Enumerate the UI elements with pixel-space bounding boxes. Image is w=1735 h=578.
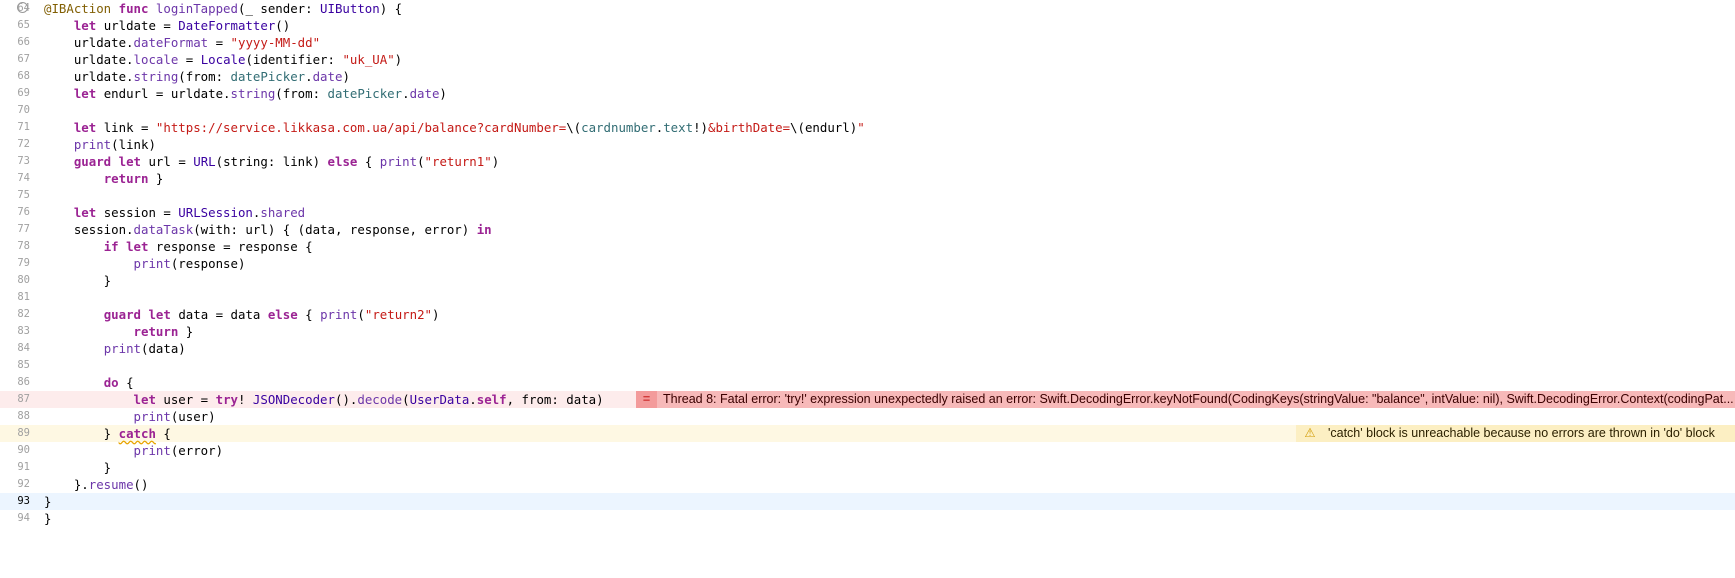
code-text: } [44, 511, 52, 526]
code-line-75[interactable]: 75 [0, 187, 1735, 204]
line-number: 74 [17, 172, 30, 184]
code-line-78[interactable]: 78 if let response = response { [0, 238, 1735, 255]
code-line-80[interactable]: 80 } [0, 272, 1735, 289]
code-text: }.resume() [44, 477, 149, 492]
code-line-71[interactable]: 71 let link = "https://service.likkasa.c… [0, 119, 1735, 136]
code-line-65[interactable]: 65 let urldate = DateFormatter() [0, 17, 1735, 34]
line-number: 94 [17, 512, 30, 524]
code-line-76[interactable]: 76 let session = URLSession.shared [0, 204, 1735, 221]
line-number: 88 [17, 410, 30, 422]
code-line-91[interactable]: 91 } [0, 459, 1735, 476]
code-text: } [44, 273, 112, 288]
line-number: 64 [17, 2, 30, 14]
line-number: 67 [17, 53, 30, 65]
code-line-82[interactable]: 82 guard let data = data else { print("r… [0, 306, 1735, 323]
line-number: 80 [17, 274, 30, 286]
line-number: 93 [17, 495, 30, 507]
code-text: @IBAction func loginTapped(_ sender: UIB… [44, 1, 403, 16]
code-text: if let response = response { [103, 239, 313, 254]
code-text: session.dataTask(with: url) { (data, res… [44, 222, 492, 237]
code-line-84[interactable]: 84 print(data) [0, 340, 1735, 357]
code-text: return } [103, 171, 164, 186]
code-line-85[interactable]: 85 [0, 357, 1735, 374]
line-number: 77 [17, 223, 30, 235]
code-text: let user = try! JSONDecoder().decode(Use… [133, 392, 604, 407]
code-line-66[interactable]: 66 urldate.dateFormat = "yyyy-MM-dd" [0, 34, 1735, 51]
line-number: 85 [17, 359, 30, 371]
code-text: urldate.dateFormat = "yyyy-MM-dd" [44, 35, 321, 50]
code-text: return } [133, 324, 194, 339]
line-number: 76 [17, 206, 30, 218]
code-text: let link = "https://service.likkasa.com.… [73, 120, 865, 135]
line-number: 66 [17, 36, 30, 48]
code-line-73[interactable]: 73 guard let url = URL(string: link) els… [0, 153, 1735, 170]
code-line-92[interactable]: 92 }.resume() [0, 476, 1735, 493]
code-line-67[interactable]: 67 urldate.locale = Locale(identifier: "… [0, 51, 1735, 68]
line-number: 70 [17, 104, 30, 116]
line-number: 87 [17, 393, 30, 405]
code-text: } catch { [44, 426, 171, 441]
line-number: 92 [17, 478, 30, 490]
code-text: guard let url = URL(string: link) else {… [73, 154, 500, 169]
error-message: Thread 8: Fatal error: 'try!' expression… [663, 392, 1734, 406]
code-line-89[interactable]: 89 } catch { ⚠ 'catch' block is unreachab… [0, 425, 1735, 442]
line-number: 86 [17, 376, 30, 388]
line-number: 83 [17, 325, 30, 337]
line-number: 81 [17, 291, 30, 303]
line-number: 84 [17, 342, 30, 354]
error-icon: = [636, 391, 657, 408]
code-line-64[interactable]: 64 @IBAction func loginTapped(_ sender: … [0, 0, 1735, 17]
line-number: 71 [17, 121, 30, 133]
code-text: print(error) [133, 443, 224, 458]
code-line-68[interactable]: 68 urldate.string(from: datePicker.date) [0, 68, 1735, 85]
line-number: 78 [17, 240, 30, 252]
code-text: let session = URLSession.shared [73, 205, 306, 220]
code-line-69[interactable]: 69 let endurl = urldate.string(from: dat… [0, 85, 1735, 102]
code-text: let urldate = DateFormatter() [73, 18, 291, 33]
code-line-88[interactable]: 88 print(user) [0, 408, 1735, 425]
code-line-81[interactable]: 81 [0, 289, 1735, 306]
warning-message: 'catch' block is unreachable because no … [1328, 426, 1715, 440]
code-text: print(user) [133, 409, 216, 424]
line-number: 75 [17, 189, 30, 201]
code-text: } [44, 494, 52, 509]
source-editor[interactable]: 64 @IBAction func loginTapped(_ sender: … [0, 0, 1735, 568]
code-line-83[interactable]: 83 return } [0, 323, 1735, 340]
code-text: do { [103, 375, 134, 390]
line-number: 69 [17, 87, 30, 99]
code-line-94[interactable]: 94 } [0, 510, 1735, 527]
line-number: 72 [17, 138, 30, 150]
code-text: urldate.string(from: datePicker.date) [44, 69, 350, 84]
line-number: 73 [17, 155, 30, 167]
code-text: urldate.locale = Locale(identifier: "uk_… [44, 52, 403, 67]
error-annotation[interactable]: = Thread 8: Fatal error: 'try!' expressio… [636, 391, 1735, 408]
code-line-79[interactable]: 79 print(response) [0, 255, 1735, 272]
code-line-74[interactable]: 74 return } [0, 170, 1735, 187]
line-number: 68 [17, 70, 30, 82]
line-number: 65 [17, 19, 30, 31]
line-number: 90 [17, 444, 30, 456]
line-number: 89 [17, 427, 30, 439]
code-text: guard let data = data else { print("retu… [103, 307, 440, 322]
line-number: 82 [17, 308, 30, 320]
code-line-77[interactable]: 77 session.dataTask(with: url) { (data, … [0, 221, 1735, 238]
code-line-70[interactable]: 70 [0, 102, 1735, 119]
warning-icon: ⚠ [1304, 426, 1316, 440]
code-text: print(data) [103, 341, 186, 356]
code-line-93[interactable]: 93 } [0, 493, 1735, 510]
code-text: print(link) [73, 137, 156, 152]
line-number: 79 [17, 257, 30, 269]
code-line-86[interactable]: 86 do { [0, 374, 1735, 391]
code-line-72[interactable]: 72 print(link) [0, 136, 1735, 153]
code-text: let endurl = urldate.string(from: datePi… [73, 86, 447, 101]
line-number: 91 [17, 461, 30, 473]
warning-annotation[interactable]: ⚠ 'catch' block is unreachable because no… [1296, 425, 1735, 442]
code-line-87[interactable]: 87 let user = try! JSONDecoder().decode(… [0, 391, 1735, 408]
code-text: print(response) [133, 256, 246, 271]
code-line-90[interactable]: 90 print(error) [0, 442, 1735, 459]
code-text: } [44, 460, 112, 475]
